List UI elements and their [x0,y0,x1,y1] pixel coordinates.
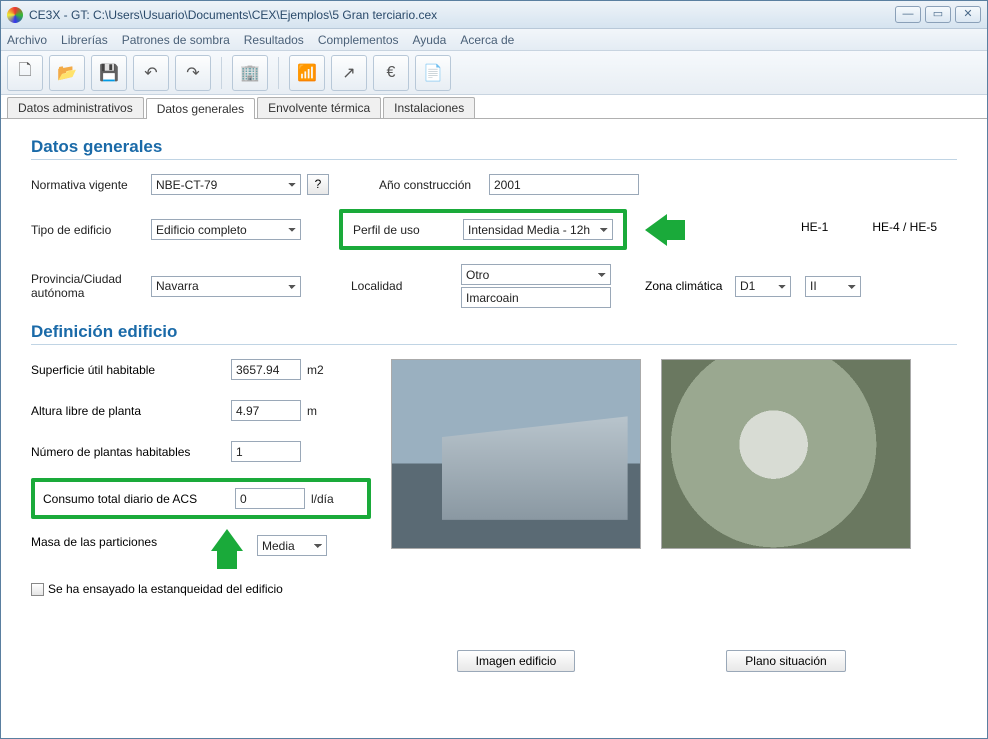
masa-select[interactable]: Media [257,535,327,556]
report-icon[interactable]: 📄 [415,55,451,91]
zona-he45-select[interactable]: II [805,276,861,297]
ensayo-label: Se ha ensayado la estanqueidad del edifi… [48,582,283,596]
plano-situacion-button[interactable]: Plano situación [726,650,845,672]
ensayo-checkbox[interactable] [31,583,44,596]
app-icon [7,7,23,23]
zone-he1-label: HE-1 [801,220,828,234]
tabstrip: Datos administrativos Datos generales En… [1,95,987,119]
close-button[interactable]: ✕ [955,6,981,23]
ano-label: Año construcción [379,178,489,192]
minimize-button[interactable]: — [895,6,921,23]
localidad-text-input[interactable] [461,287,611,308]
menu-ayuda[interactable]: Ayuda [413,33,447,47]
acs-label: Consumo total diario de ACS [43,492,235,506]
plantas-input[interactable] [231,441,301,462]
save-file-icon[interactable]: 💾 [91,55,127,91]
acs-unit: l/día [311,492,334,506]
section-definicion-title: Definición edificio [31,322,957,345]
toolbar: 🗋 📂 💾 ↶ ↷ 🏢 📶 ↗ € 📄 [1,51,987,95]
altura-label: Altura libre de planta [31,404,231,418]
building-icon[interactable]: 🏢 [232,55,268,91]
content-area: Datos generales Normativa vigente NBE-CT… [1,119,987,690]
perfil-arrow-icon [645,214,667,246]
acs-highlight: Consumo total diario de ACS l/día [31,478,371,519]
menu-resultados[interactable]: Resultados [244,33,304,47]
tab-envolvente[interactable]: Envolvente térmica [257,97,381,118]
tab-instalaciones[interactable]: Instalaciones [383,97,475,118]
localidad-label: Localidad [351,279,461,293]
ano-input[interactable] [489,174,639,195]
provincia-label: Provincia/Ciudad autónoma [31,272,151,300]
menu-patrones[interactable]: Patrones de sombra [122,33,230,47]
superficie-input[interactable] [231,359,301,380]
perfil-label: Perfil de uso [353,223,463,237]
altura-input[interactable] [231,400,301,421]
redo-icon[interactable]: ↷ [175,55,211,91]
undo-icon[interactable]: ↶ [133,55,169,91]
acs-input[interactable] [235,488,305,509]
menu-complementos[interactable]: Complementos [318,33,399,47]
section-datos-generales-title: Datos generales [31,137,957,160]
tipo-select[interactable]: Edificio completo [151,219,301,240]
rating-icon[interactable]: 📶 [289,55,325,91]
satellite-image [661,359,911,549]
measures-icon[interactable]: ↗ [331,55,367,91]
new-file-icon[interactable]: 🗋 [7,55,43,91]
normativa-select[interactable]: NBE-CT-79 [151,174,301,195]
altura-unit: m [307,404,317,418]
perfil-select[interactable]: Intensidad Media - 12h [463,219,613,240]
normativa-help-button[interactable]: ? [307,174,329,195]
open-file-icon[interactable]: 📂 [49,55,85,91]
tab-datos-administrativos[interactable]: Datos administrativos [7,97,144,118]
localidad-select[interactable]: Otro [461,264,611,285]
titlebar: CE3X - GT: C:\Users\Usuario\Documents\CE… [1,1,987,29]
provincia-select[interactable]: Navarra [151,276,301,297]
normativa-label: Normativa vigente [31,178,151,192]
acs-arrow-icon [211,529,243,551]
window-title: CE3X - GT: C:\Users\Usuario\Documents\CE… [29,8,895,22]
building-image [391,359,641,549]
plantas-label: Número de plantas habitables [31,445,231,459]
zone-he45-label: HE-4 / HE-5 [872,220,937,234]
economic-icon[interactable]: € [373,55,409,91]
superficie-label: Superficie útil habitable [31,363,231,377]
menubar: Archivo Librerías Patrones de sombra Res… [1,29,987,51]
tipo-label: Tipo de edificio [31,223,151,237]
zona-he1-select[interactable]: D1 [735,276,791,297]
imagen-edificio-button[interactable]: Imagen edificio [457,650,576,672]
menu-librerias[interactable]: Librerías [61,33,108,47]
menu-acerca[interactable]: Acerca de [460,33,514,47]
menu-archivo[interactable]: Archivo [7,33,47,47]
tab-datos-generales[interactable]: Datos generales [146,98,255,119]
zona-label: Zona climática [645,279,735,293]
perfil-highlight: Perfil de uso Intensidad Media - 12h [339,209,627,250]
maximize-button[interactable]: ▭ [925,6,951,23]
superficie-unit: m2 [307,363,324,377]
masa-label: Masa de las particiones [31,535,191,549]
app-window: CE3X - GT: C:\Users\Usuario\Documents\CE… [0,0,988,739]
